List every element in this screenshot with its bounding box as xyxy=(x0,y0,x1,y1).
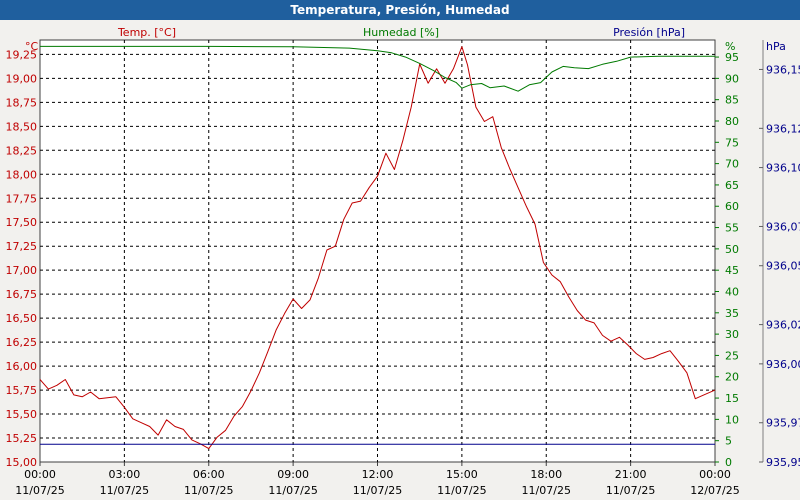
x-tick-time: 12:00 xyxy=(362,468,394,481)
humidity-tick-label: 85 xyxy=(725,94,739,107)
humidity-tick-label: 25 xyxy=(725,349,739,362)
pressure-tick-label: 936,12 xyxy=(766,122,800,135)
x-tick-date: 12/07/25 xyxy=(690,484,739,497)
humidity-tick-label: 75 xyxy=(725,136,739,149)
x-tick-date: 11/07/25 xyxy=(184,484,233,497)
x-tick-date: 11/07/25 xyxy=(268,484,317,497)
pressure-tick-label: 936,10 xyxy=(766,162,800,175)
humidity-tick-label: 55 xyxy=(725,222,739,235)
temperature-tick-label: 17,75 xyxy=(6,192,38,205)
temperature-tick-label: 16,00 xyxy=(6,360,38,373)
temperature-tick-label: 16,50 xyxy=(6,312,38,325)
x-tick-date: 11/07/25 xyxy=(437,484,486,497)
humidity-tick-label: 0 xyxy=(725,456,732,469)
pressure-tick-label: 936,15 xyxy=(766,63,800,76)
temperature-axis-label: Temp. [°C] xyxy=(117,26,176,39)
temperature-tick-label: 16,25 xyxy=(6,336,38,349)
temperature-tick-label: 17,25 xyxy=(6,240,38,253)
humidity-tick-label: 95 xyxy=(725,51,739,64)
temperature-tick-label: 15,50 xyxy=(6,408,38,421)
humidity-tick-label: 65 xyxy=(725,179,739,192)
temperature-tick-label: 17,50 xyxy=(6,216,38,229)
temperature-tick-label: 18,00 xyxy=(6,168,38,181)
temperature-tick-label: 16,75 xyxy=(6,288,38,301)
pressure-tick-label: 935,97 xyxy=(766,417,800,430)
x-tick-time: 18:00 xyxy=(530,468,562,481)
humidity-tick-label: 20 xyxy=(725,371,739,384)
x-tick-time: 09:00 xyxy=(277,468,309,481)
pressure-tick-label: 936,05 xyxy=(766,260,800,273)
temperature-tick-label: 19,25 xyxy=(6,48,38,61)
pressure-tick-label: 936,07 xyxy=(766,220,800,233)
x-tick-date: 11/07/25 xyxy=(606,484,655,497)
x-tick-date: 11/07/25 xyxy=(15,484,64,497)
temperature-tick-label: 15,25 xyxy=(6,432,38,445)
humidity-tick-label: 30 xyxy=(725,328,739,341)
humidity-tick-label: 90 xyxy=(725,72,739,85)
x-tick-date: 11/07/25 xyxy=(100,484,149,497)
temperature-tick-label: 18,50 xyxy=(6,120,38,133)
x-tick-time: 21:00 xyxy=(615,468,647,481)
humidity-tick-label: 45 xyxy=(725,264,739,277)
humidity-tick-label: 70 xyxy=(725,158,739,171)
pressure-unit: hPa xyxy=(766,40,786,53)
pressure-tick-label: 936,02 xyxy=(766,319,800,332)
x-tick-time: 06:00 xyxy=(193,468,225,481)
humidity-tick-label: 5 xyxy=(725,435,732,448)
humidity-tick-label: 15 xyxy=(725,392,739,405)
pressure-tick-label: 936,00 xyxy=(766,358,800,371)
temperature-tick-label: 18,25 xyxy=(6,144,38,157)
temperature-tick-label: 19,00 xyxy=(6,72,38,85)
humidity-tick-label: 50 xyxy=(725,243,739,256)
temperature-tick-label: 18,75 xyxy=(6,96,38,109)
x-tick-time: 00:00 xyxy=(24,468,56,481)
temperature-tick-label: 15,75 xyxy=(6,384,38,397)
pressure-tick-label: 935,95 xyxy=(766,456,800,469)
humidity-tick-label: 60 xyxy=(725,200,739,213)
humidity-axis-label: Humedad [%] xyxy=(363,26,439,39)
humidity-tick-label: 35 xyxy=(725,307,739,320)
x-tick-time: 03:00 xyxy=(109,468,141,481)
x-tick-date: 11/07/25 xyxy=(522,484,571,497)
x-tick-time: 15:00 xyxy=(446,468,478,481)
humidity-tick-label: 40 xyxy=(725,285,739,298)
window-title: Temperatura, Presión, Humedad xyxy=(0,0,800,20)
pressure-axis-label: Presión [hPa] xyxy=(613,26,685,39)
temperature-tick-label: 17,00 xyxy=(6,264,38,277)
humidity-tick-label: 80 xyxy=(725,115,739,128)
pressure-axis xyxy=(759,40,764,463)
x-tick-date: 11/07/25 xyxy=(353,484,402,497)
chart: °C % hPa Temp. [°C] Humedad [%] Presión … xyxy=(6,26,800,497)
x-tick-time: 00:00 xyxy=(699,468,731,481)
humidity-tick-label: 10 xyxy=(725,413,739,426)
